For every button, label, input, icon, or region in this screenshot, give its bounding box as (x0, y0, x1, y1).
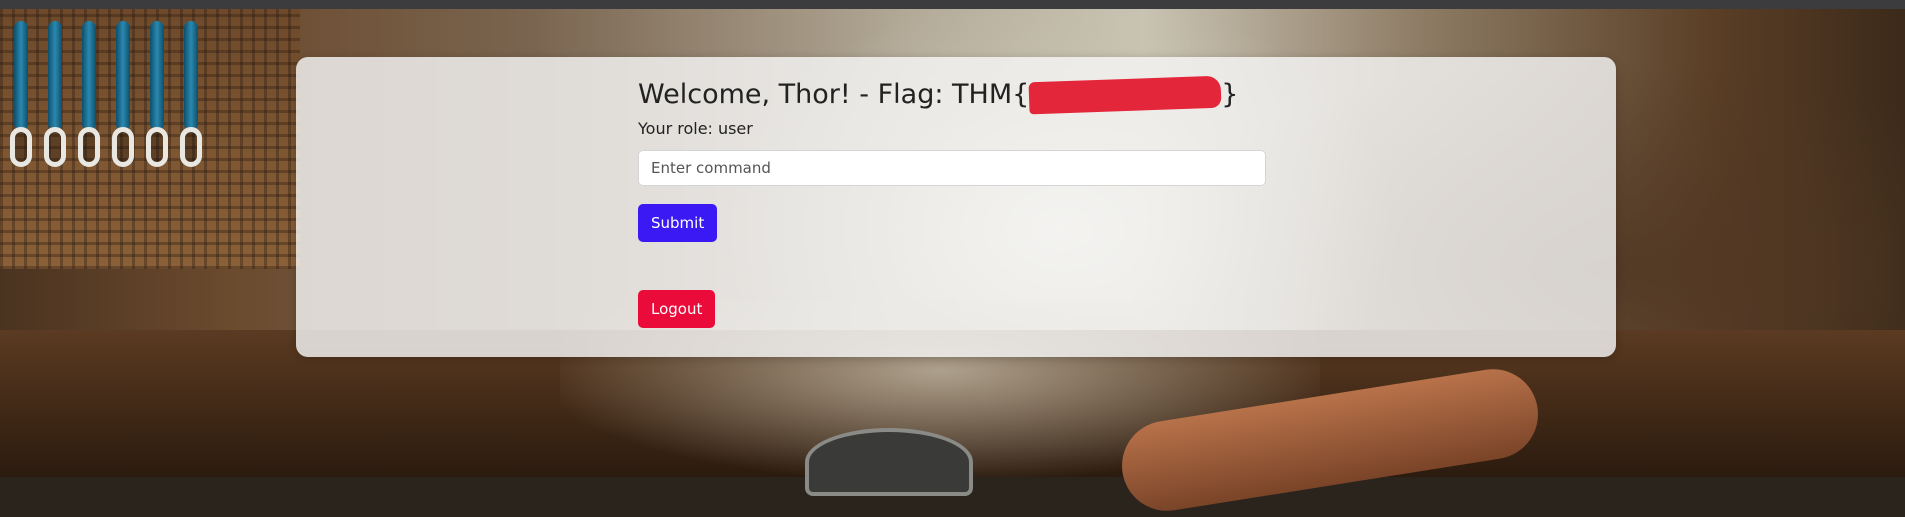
welcome-text: Welcome, Thor! - Flag: THM{ (638, 79, 1030, 110)
wrench-ring-icon (78, 127, 100, 167)
panel-content: Welcome, Thor! - Flag: THM{} Your role: … (638, 75, 1266, 328)
command-input[interactable] (638, 150, 1266, 186)
logout-button[interactable]: Logout (638, 290, 716, 328)
wrench-ring-icon (112, 127, 134, 167)
wrench-ring-icon (146, 127, 168, 167)
pegboard-decoration (0, 9, 300, 269)
wrench-icon (184, 21, 198, 131)
submit-button[interactable]: Submit (638, 204, 718, 242)
wrench-icon (150, 21, 164, 131)
role-label: Your role: (638, 119, 713, 138)
user-role: Your role: user (638, 119, 1266, 138)
wrench-icon (82, 21, 96, 131)
page-title: Welcome, Thor! - Flag: THM{} (638, 75, 1266, 115)
pot-decoration (805, 428, 973, 496)
wrench-icon (48, 21, 62, 131)
wrench-ring-icon (10, 127, 32, 167)
browser-top-bar (0, 0, 1905, 9)
wrench-icon (116, 21, 130, 131)
flag-redaction-mark (1028, 75, 1222, 115)
main-panel: Welcome, Thor! - Flag: THM{} Your role: … (296, 57, 1616, 357)
wrench-icon (14, 21, 28, 131)
wrench-ring-icon (180, 127, 202, 167)
flag-close-brace: } (1221, 79, 1239, 110)
wrench-ring-icon (44, 127, 66, 167)
role-value: user (717, 119, 753, 138)
